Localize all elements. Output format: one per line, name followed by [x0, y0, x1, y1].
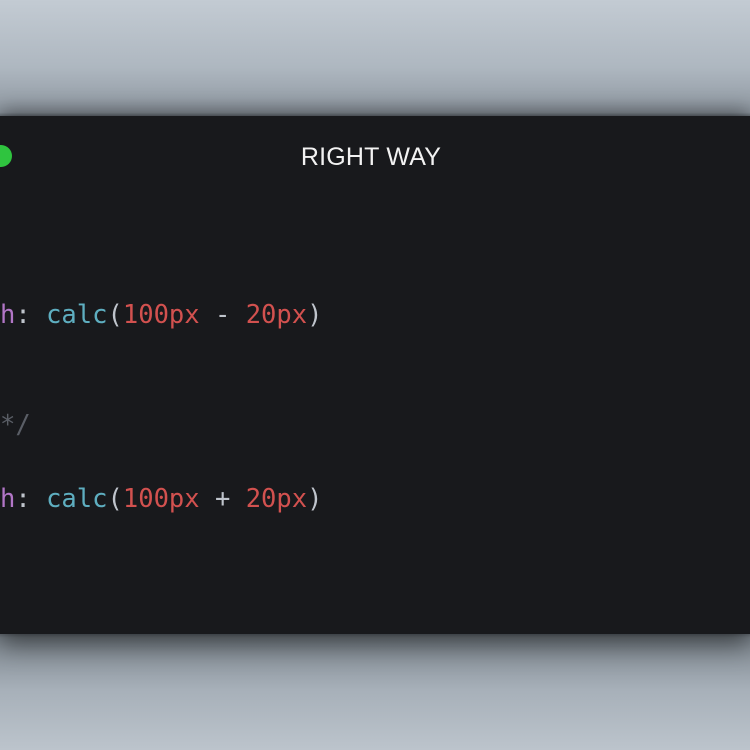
code-comment: */	[0, 410, 31, 440]
operand-a: 100px	[122, 300, 200, 330]
colon: :	[15, 484, 47, 514]
operand-b: 20px	[245, 484, 308, 514]
close-paren: )	[307, 300, 323, 330]
window-title: RIGHT WAY	[300, 143, 442, 171]
operand-a: 100px	[122, 484, 200, 514]
function-name: calc	[46, 300, 108, 330]
code-line-subtract: h: calc(100px - 20px)	[0, 300, 322, 330]
close-paren: )	[307, 484, 323, 514]
operand-b: 20px	[245, 300, 308, 330]
operator: +	[199, 484, 246, 514]
colon: :	[15, 300, 47, 330]
property-name: h	[0, 484, 16, 514]
function-name: calc	[46, 484, 108, 514]
open-paren: (	[107, 300, 123, 330]
open-paren: (	[107, 484, 123, 514]
code-line-add: h: calc(100px + 20px)	[0, 484, 322, 514]
code-window: RIGHT WAY h: calc(100px - 20px) */ h: ca…	[0, 116, 750, 634]
property-name: h	[0, 300, 16, 330]
operator: -	[199, 300, 246, 330]
